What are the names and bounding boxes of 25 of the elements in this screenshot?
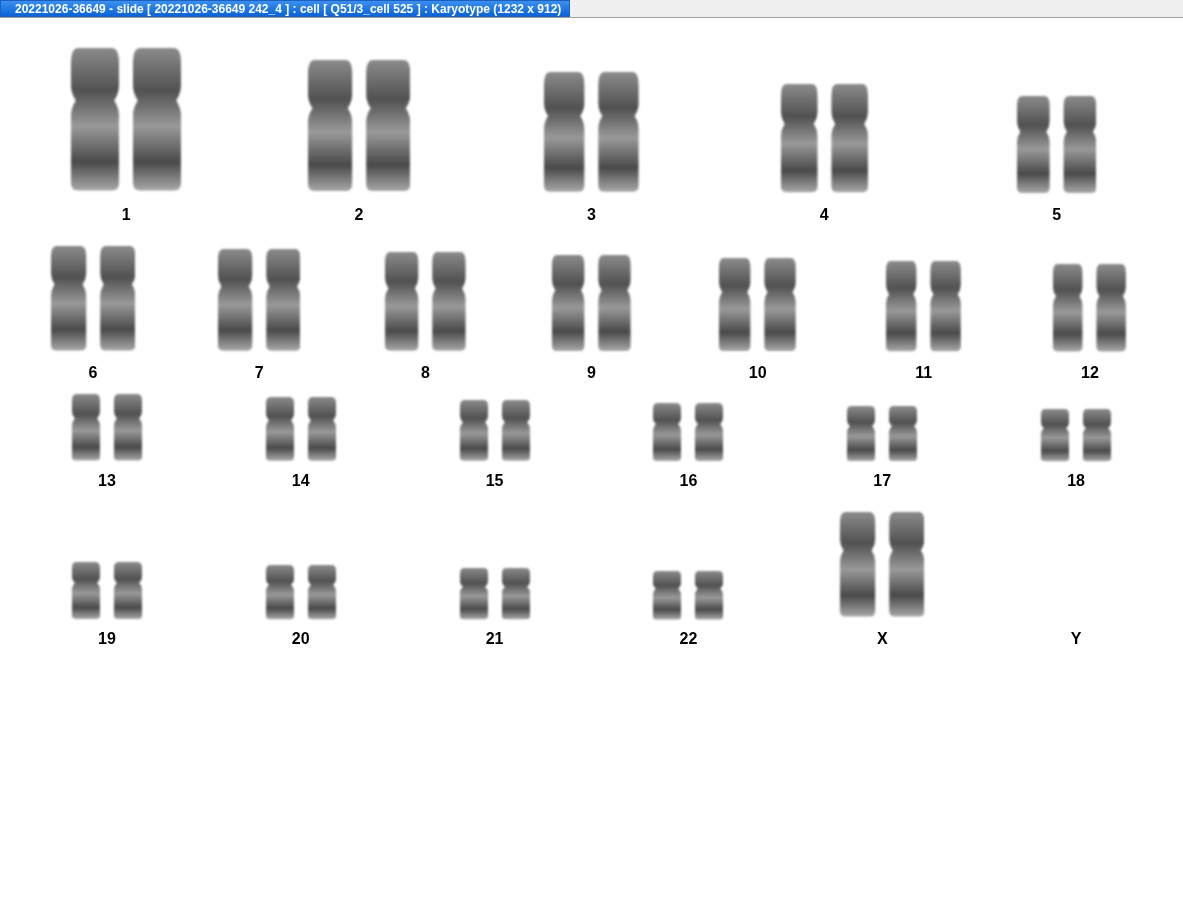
chromosome-label: 7 (254, 364, 264, 382)
chromosome-label: 1 (121, 206, 131, 224)
chromosome-label: 5 (1052, 206, 1062, 224)
chromosome-label: X (876, 630, 888, 648)
chromosome-label: 16 (679, 472, 698, 490)
chromosome-label: 2 (354, 206, 364, 224)
chromosome-label: 8 (420, 364, 430, 382)
chromosome-label: 18 (1067, 472, 1085, 490)
chromosome-label: 12 (1081, 364, 1099, 382)
chromosome-label: 13 (98, 472, 116, 490)
chromosome-label: 15 (485, 472, 504, 490)
chromosome-label: 17 (873, 472, 892, 490)
chromosome-label: 14 (291, 472, 310, 490)
chromosome-label: Y (1070, 630, 1082, 648)
chromosome-label: 9 (587, 364, 596, 382)
chromosome-label: 6 (88, 364, 98, 382)
chromosome-label: 3 (587, 206, 596, 224)
chromosome-label: 20 (291, 630, 310, 648)
chromosome-label: 11 (915, 364, 933, 382)
window-title: 20221026-36649 - slide [ 20221026-36649 242_4 ] : cell [ Q51/3_cell 525 ] : Karyotype (1232 x 912) (0, 0, 571, 17)
chromosome-label: 10 (748, 364, 767, 382)
chromosome-label: 21 (485, 630, 504, 648)
chromosome-label: 22 (679, 630, 698, 648)
chromosome-label: 19 (98, 630, 116, 648)
chromosome-label: 4 (819, 206, 829, 224)
